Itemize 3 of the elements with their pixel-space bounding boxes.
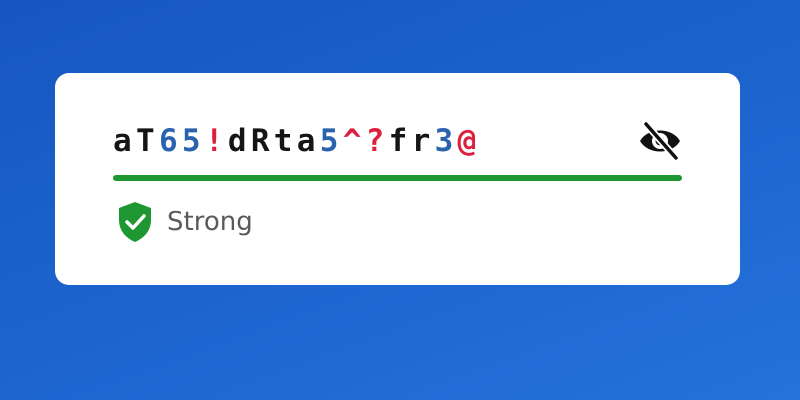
strength-label: Strong xyxy=(167,207,253,237)
shield-check-icon xyxy=(117,201,153,243)
eye-slash-icon[interactable] xyxy=(638,121,682,161)
